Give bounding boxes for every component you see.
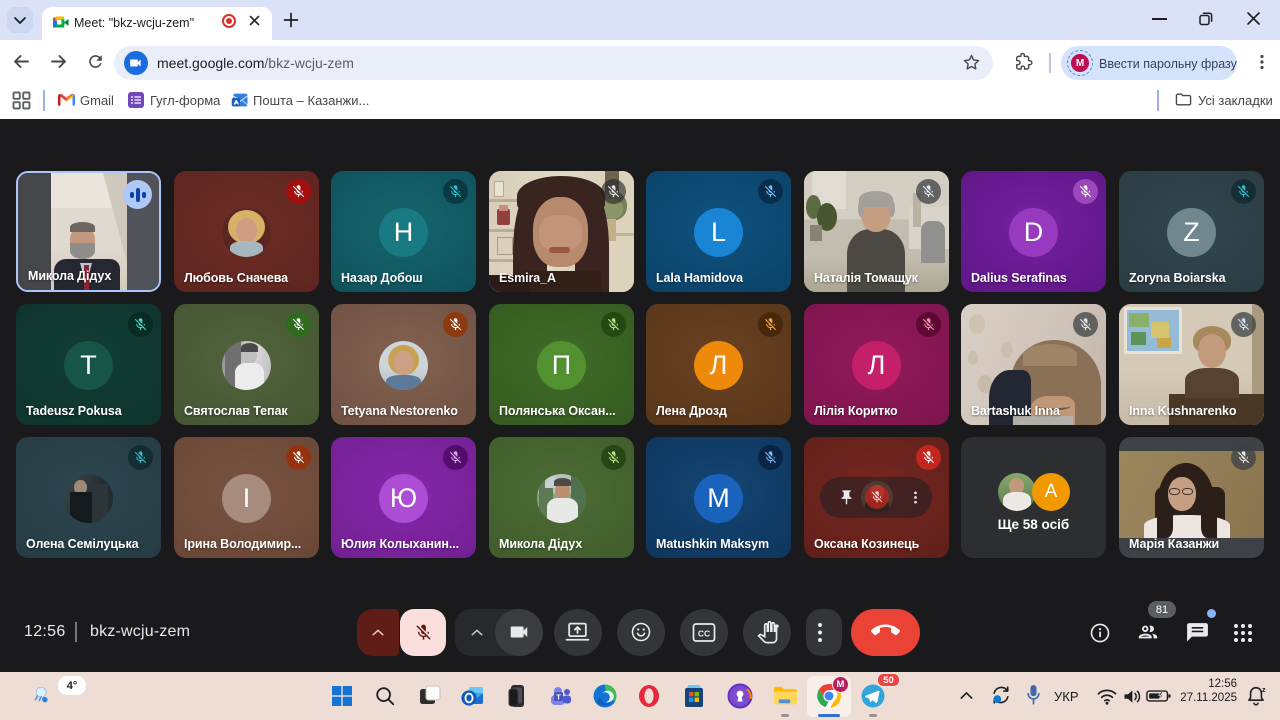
svg-text:T: T [556, 692, 561, 701]
svg-text:z: z [1262, 685, 1266, 694]
svg-text:CC: CC [698, 629, 710, 639]
